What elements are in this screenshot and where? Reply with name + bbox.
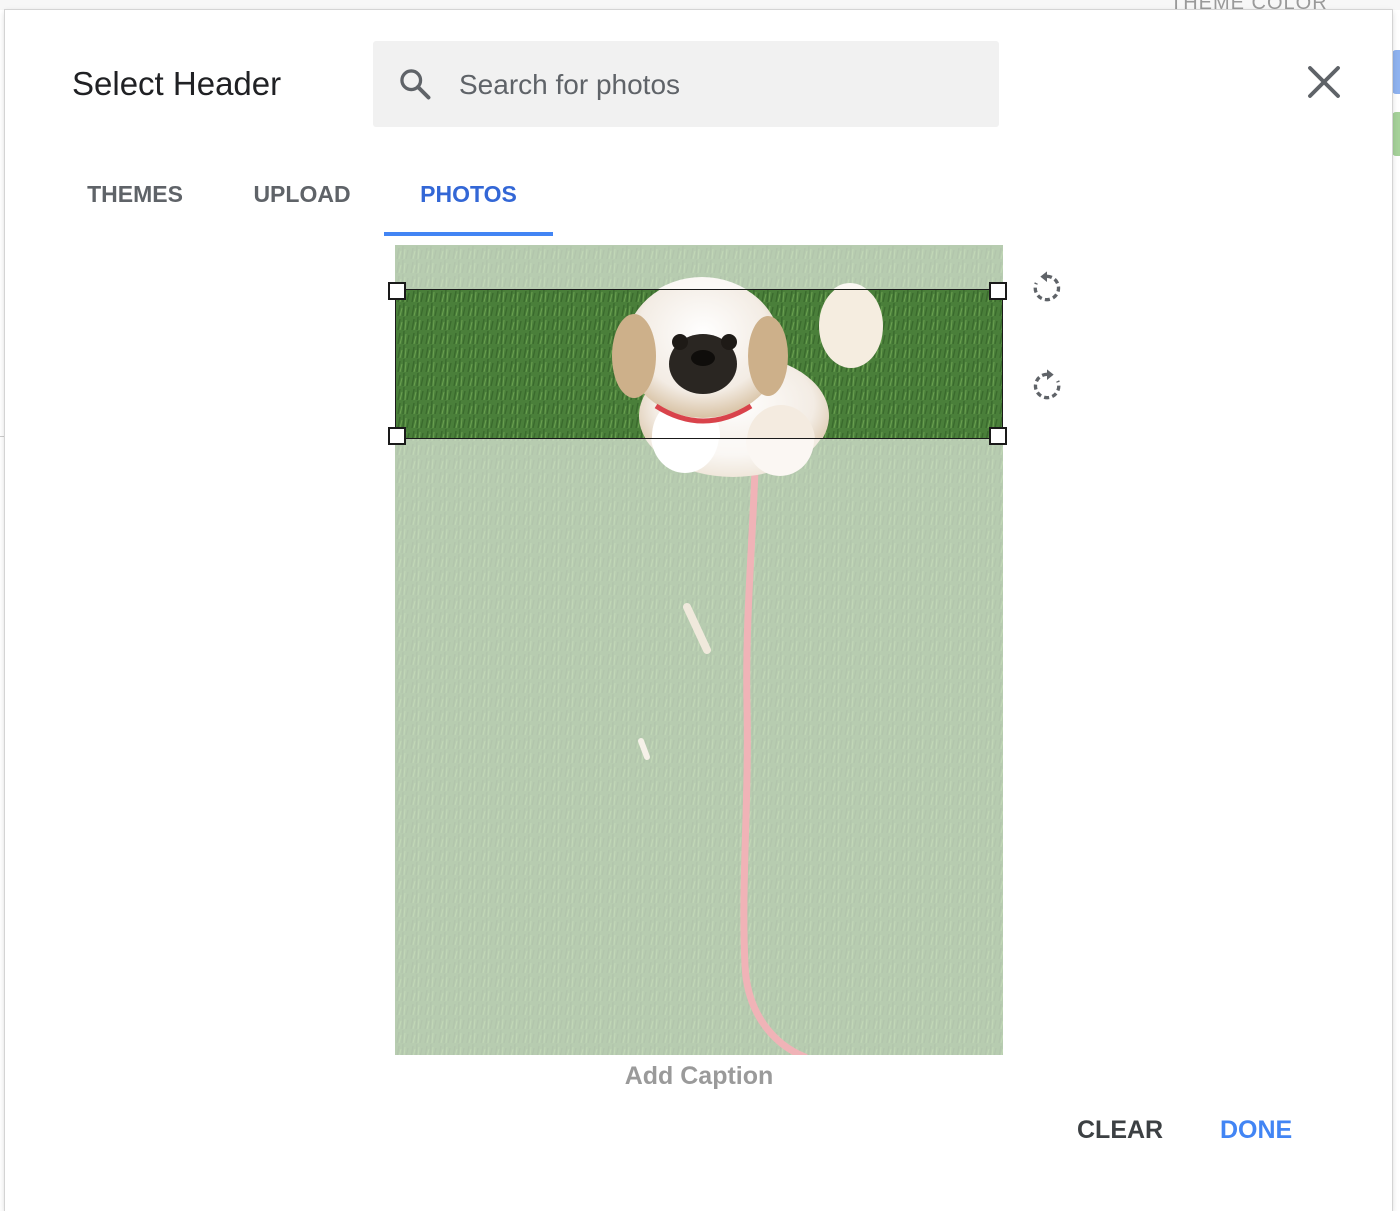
tab-themes[interactable]: THEMES — [65, 160, 205, 236]
add-caption-field[interactable]: Add Caption — [395, 1062, 1003, 1091]
tab-photos-label: PHOTOS — [420, 181, 517, 207]
photo-preview — [395, 245, 1003, 1055]
crop-handle-bottom-right[interactable] — [989, 427, 1007, 445]
tab-themes-label: THEMES — [87, 181, 183, 207]
crop-region-image — [396, 290, 1002, 438]
background-blue-tab — [1392, 50, 1400, 94]
close-icon[interactable] — [1303, 61, 1345, 103]
dialog-title: Select Header — [72, 65, 282, 102]
search-bar — [373, 41, 999, 127]
crop-region[interactable] — [395, 289, 1003, 439]
done-button[interactable]: DONE — [1220, 1110, 1292, 1150]
rotate-right-icon[interactable] — [1027, 366, 1067, 406]
tab-upload-label: UPLOAD — [253, 181, 351, 207]
background-green-tab — [1392, 112, 1400, 156]
select-header-dialog: Select Header THEMES UPLOAD PHOTOS — [5, 10, 1392, 1211]
crop-handle-top-right[interactable] — [989, 282, 1007, 300]
clear-button[interactable]: CLEAR — [1077, 1110, 1163, 1150]
crop-handle-top-left[interactable] — [388, 282, 406, 300]
active-tab-indicator — [384, 232, 553, 236]
rotate-left-icon[interactable] — [1027, 268, 1067, 308]
search-icon — [400, 69, 431, 100]
tab-photos[interactable]: PHOTOS — [384, 160, 553, 236]
search-input[interactable] — [457, 63, 981, 107]
tab-upload[interactable]: UPLOAD — [235, 160, 369, 236]
crop-handle-bottom-left[interactable] — [388, 427, 406, 445]
